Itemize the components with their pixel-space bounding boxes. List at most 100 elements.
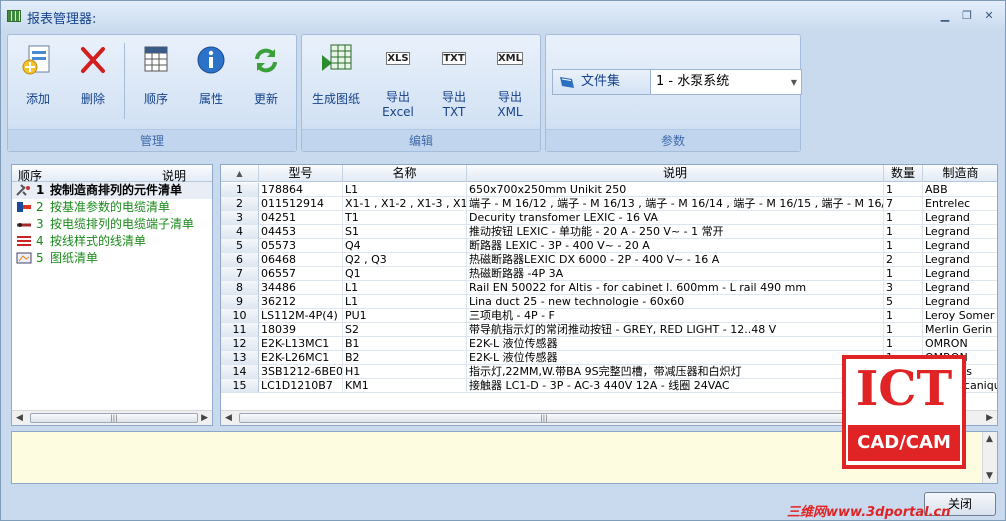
cell-n: 14 — [221, 365, 259, 379]
report-item-5[interactable]: 5 图纸清单 — [12, 250, 212, 267]
site-watermark: 三维网www.3dportal.cn — [787, 505, 951, 520]
cell-model: 06468 — [259, 253, 343, 267]
cell-desc: 接触器 LC1-D - 3P - AC-3 440V 12A - 线圈 24VA… — [467, 379, 884, 393]
table-row[interactable]: 8 34486 L1 Rail EN 50022 for Altis - for ca… — [221, 281, 997, 295]
table-row[interactable]: 1 178864 L1 650x700x250mm Unikit 250 1 ABB — [221, 183, 997, 197]
name-column-header[interactable]: 名称 — [343, 165, 467, 182]
file-set-selector[interactable]: 文件集 1 - 水泵系统 ▼ — [552, 69, 802, 95]
cell-model: 06557 — [259, 267, 343, 281]
group-edit-label: 编辑 — [302, 129, 540, 151]
table-row[interactable]: 9 36212 L1 Lina duct 25 - new technologie -… — [221, 295, 997, 309]
properties-button[interactable]: 属性 — [185, 39, 237, 125]
properties-icon — [194, 43, 228, 77]
delete-label: 删除 — [80, 92, 105, 106]
app-icon — [7, 10, 21, 22]
close-window-icon[interactable]: ✕ — [981, 9, 997, 23]
sort-arrow-icon[interactable]: ▲ — [221, 165, 259, 182]
qty-column-header[interactable]: 数量 — [884, 165, 923, 182]
cell-mfr: Legrand — [923, 211, 997, 225]
cell-name: L1 — [343, 281, 467, 295]
report-item-2[interactable]: 2 按基准参数的电缆清单 — [12, 199, 212, 216]
table-row[interactable]: 4 04453 S1 推动按钮 LEXIC - 单功能 - 20 A - 250 V~… — [221, 225, 997, 239]
table-row[interactable]: 11 18039 S2 带导航指示灯的常闭推动按钮 - GREY, RED LIGHT… — [221, 323, 997, 337]
refresh-icon — [249, 43, 283, 77]
cell-n: 10 — [221, 309, 259, 323]
tools-icon — [16, 184, 30, 196]
table-row[interactable]: 10 LS112M-4P(4) PU1 三项电机 - 4P - F 1 Leroy Som… — [221, 309, 997, 323]
cell-model: LS112M-4P(4) — [259, 309, 343, 323]
ict-cadcam-watermark-logo: ICT CAD/CAM — [842, 355, 966, 469]
title-bar: 报表管理器: ▁ ❐ ✕ — [1, 1, 1005, 31]
cell-qty: 7 — [884, 197, 923, 211]
report-item-3[interactable]: 3 按电缆排列的电缆端子清单 — [12, 216, 212, 233]
report-list-hscrollbar[interactable]: ◀ ||| ▶ — [12, 410, 212, 425]
cell-name: B1 — [343, 337, 467, 351]
refresh-button[interactable]: 更新 — [240, 39, 292, 125]
restore-button[interactable]: ❐ — [959, 9, 975, 23]
export-excel-sub: Excel — [382, 105, 414, 119]
export-txt-sub: TXT — [442, 105, 466, 119]
export-excel-button[interactable]: XLS 导出 Excel — [370, 39, 426, 125]
cell-model: 34486 — [259, 281, 343, 295]
cell-desc: Lina duct 25 - new technologie - 60x60 — [467, 295, 884, 309]
window-title: 报表管理器: — [27, 12, 97, 27]
file-set-icon — [560, 77, 574, 88]
cell-n: 4 — [221, 225, 259, 239]
terminal-icon — [17, 223, 31, 227]
cell-n: 6 — [221, 253, 259, 267]
export-xml-button[interactable]: XML 导出 XML — [482, 39, 538, 125]
message-vscrollbar[interactable]: ▲ ▼ — [982, 432, 997, 483]
cable-icon — [17, 202, 31, 212]
cell-model: 04453 — [259, 225, 343, 239]
manufacturer-column-header[interactable]: 制造商 — [923, 165, 997, 182]
order-button[interactable]: 顺序 — [130, 39, 182, 125]
desc-column-header[interactable]: 说明 — [467, 165, 884, 182]
cell-desc: 端子 - M 16/12 , 端子 - M 16/13 , 端子 - M 16/… — [467, 197, 884, 211]
group-manage-label: 管理 — [8, 129, 296, 151]
chevron-down-icon[interactable]: ▼ — [791, 78, 797, 87]
cell-n: 2 — [221, 197, 259, 211]
cell-name: PU1 — [343, 309, 467, 323]
minimize-button[interactable]: ▁ — [937, 9, 953, 23]
table-row[interactable]: 12 E2K-L13MC1 B1 E2K-L 液位传感器 1 OMRON — [221, 337, 997, 351]
table-row[interactable]: 5 05573 Q4 断路器 LEXIC - 3P - 400 V~ - 20 A1L… — [221, 239, 997, 253]
table-row[interactable]: 6 06468 Q2 , Q3 热磁断路器LEXIC DX 6000 - 2P - 4… — [221, 253, 997, 267]
scrollbar-thumb: ||| — [30, 413, 198, 423]
xml-file-icon: XML — [496, 52, 524, 65]
cell-name: L1 — [343, 183, 467, 197]
cell-name: T1 — [343, 211, 467, 225]
cell-qty: 1 — [884, 323, 923, 337]
report-item-1[interactable]: 1 按制造商排列的元件清单 — [12, 182, 212, 199]
cell-n: 15 — [221, 379, 259, 393]
cell-name: B2 — [343, 351, 467, 365]
group-edit: 生成图纸 XLS 导出 Excel TXT 导出 TXT XML 导出 XML … — [301, 34, 541, 152]
cell-desc: 热磁断路器LEXIC DX 6000 - 2P - 400 V~ - 16 A — [467, 253, 884, 267]
generate-drawing-button[interactable]: 生成图纸 — [304, 39, 368, 125]
group-params-label: 参数 — [546, 129, 800, 151]
export-excel-label: 导出 — [385, 90, 410, 104]
generate-drawing-icon — [319, 43, 353, 77]
watermark-top: ICT — [855, 361, 953, 417]
cell-name: S1 — [343, 225, 467, 239]
cell-name: Q1 — [343, 267, 467, 281]
cell-model: 3SB1212-6BE06 — [259, 365, 343, 379]
table-row[interactable]: 3 04251 T1 Decurity transfomer LEXIC - 16 V… — [221, 211, 997, 225]
group-manage: 添加 删除 顺序 属性 更新 管理 — [7, 34, 297, 152]
add-button[interactable]: 添加 — [12, 39, 64, 125]
delete-icon — [76, 43, 110, 77]
table-row[interactable]: 7 06557 Q1 热磁断路器 -4P 3A 1 Legrand — [221, 267, 997, 281]
model-column-header[interactable]: 型号 — [259, 165, 343, 182]
cell-mfr: Legrand — [923, 253, 997, 267]
separator — [124, 43, 125, 119]
scrollbar-thumb: ||| — [239, 413, 849, 423]
report-list-panel: 顺序 说明 1 按制造商排列的元件清单 2 按基准参数的电缆清单 3 按电缆排列… — [11, 164, 213, 426]
cell-mfr: OMRON — [923, 337, 997, 351]
scroll-down-icon: ▼ — [986, 471, 993, 481]
order-label: 顺序 — [143, 92, 168, 106]
delete-button[interactable]: 删除 — [67, 39, 119, 125]
cell-qty: 1 — [884, 183, 923, 197]
cell-model: 18039 — [259, 323, 343, 337]
export-txt-button[interactable]: TXT 导出 TXT — [426, 39, 482, 125]
table-row[interactable]: 2 011512914 X1-1 , X1-2 , X1-3 , X1... 端子 -… — [221, 197, 997, 211]
report-item-4[interactable]: 4 按线样式的线清单 — [12, 233, 212, 250]
